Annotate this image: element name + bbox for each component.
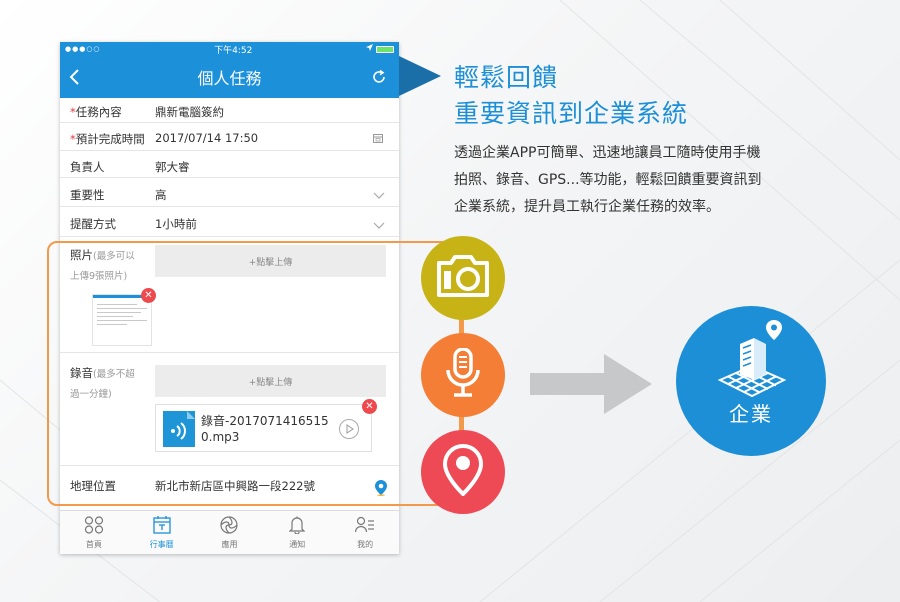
due-time-label: 預計完成時間 xyxy=(75,132,145,146)
location-arrow-icon xyxy=(365,44,373,54)
headline-line2: 重要資訊到企業系統 xyxy=(454,99,689,128)
calendar-icon[interactable] xyxy=(373,132,383,146)
enterprise-badge: 企業 xyxy=(676,306,826,456)
gps-feature xyxy=(421,430,505,514)
tab-calendar[interactable]: 行事曆 xyxy=(128,511,196,554)
refresh-icon[interactable] xyxy=(371,69,387,89)
chevron-down-icon[interactable] xyxy=(373,219,385,233)
bell-icon xyxy=(288,516,306,539)
task-content-label: 任務內容 xyxy=(75,105,122,119)
description-line3: 企業系統，提升員工執行企業任務的效率。 xyxy=(454,199,720,215)
tab-label: 我的 xyxy=(357,540,374,549)
back-chevron-icon[interactable] xyxy=(68,68,80,90)
status-bar: ●●●○○ 下午4:52 xyxy=(60,42,399,56)
page-title: 個人任務 xyxy=(197,69,262,88)
tab-profile[interactable]: 我的 xyxy=(331,511,399,554)
description: 透過企業APP可簡單、迅速地讓員工隨時使用手機 拍照、錄音、GPS...等功能，… xyxy=(454,140,874,221)
microphone-icon xyxy=(445,347,481,402)
location-pin-icon xyxy=(442,443,484,500)
highlight-frame xyxy=(47,241,461,506)
tab-notifications[interactable]: 通知 xyxy=(263,511,331,554)
calendar-icon xyxy=(153,516,171,539)
tab-label: 通知 xyxy=(289,540,306,549)
building-icon xyxy=(712,318,792,402)
tab-label: 行事曆 xyxy=(149,540,174,549)
reminder-label: 提醒方式 xyxy=(70,217,116,231)
tab-label: 首頁 xyxy=(85,540,102,549)
signal-indicator: ●●●○○ xyxy=(65,45,101,53)
microphone-feature xyxy=(421,333,505,417)
task-content-value: 鼎新電腦簽約 xyxy=(155,105,224,119)
tab-label: 應用 xyxy=(221,540,238,549)
flow-arrow-icon xyxy=(530,354,652,414)
owner-row[interactable]: 負責人 郭大睿 xyxy=(60,151,399,178)
importance-row[interactable]: 重要性 高 xyxy=(60,178,399,207)
owner-value: 郭大睿 xyxy=(155,160,190,174)
chevron-down-icon[interactable] xyxy=(373,189,385,203)
home-grid-icon xyxy=(84,516,104,539)
status-time: 下午4:52 xyxy=(214,45,253,56)
reminder-value: 1小時前 xyxy=(155,217,197,231)
importance-value: 高 xyxy=(155,188,167,202)
camera-icon xyxy=(435,254,491,302)
description-line1: 透過企業APP可簡單、迅速地讓員工隨時使用手機 xyxy=(454,145,761,161)
tab-home[interactable]: 首頁 xyxy=(60,511,128,554)
due-time-row[interactable]: *預計完成時間 2017/07/14 17:50 xyxy=(60,123,399,151)
profile-icon xyxy=(354,516,375,539)
due-time-value: 2017/07/14 17:50 xyxy=(155,131,259,145)
tab-apps[interactable]: 應用 xyxy=(196,511,264,554)
enterprise-label: 企業 xyxy=(729,402,773,426)
tab-bar: 首頁 行事曆 應用 通知 我的 xyxy=(60,510,399,554)
camera-feature xyxy=(421,236,505,320)
battery-icon xyxy=(375,45,394,53)
task-content-row[interactable]: *任務內容 鼎新電腦簽約 xyxy=(60,98,399,123)
reminder-row[interactable]: 提醒方式 1小時前 xyxy=(60,207,399,237)
headline-line1: 輕鬆回饋 xyxy=(454,63,559,92)
nav-bar: 個人任務 xyxy=(60,56,399,98)
apps-icon xyxy=(220,516,239,539)
owner-label: 負責人 xyxy=(70,160,105,174)
callout-pointer xyxy=(399,56,441,96)
description-line2: 拍照、錄音、GPS...等功能，輕鬆回饋重要資訊到 xyxy=(454,172,762,188)
importance-label: 重要性 xyxy=(70,188,105,202)
